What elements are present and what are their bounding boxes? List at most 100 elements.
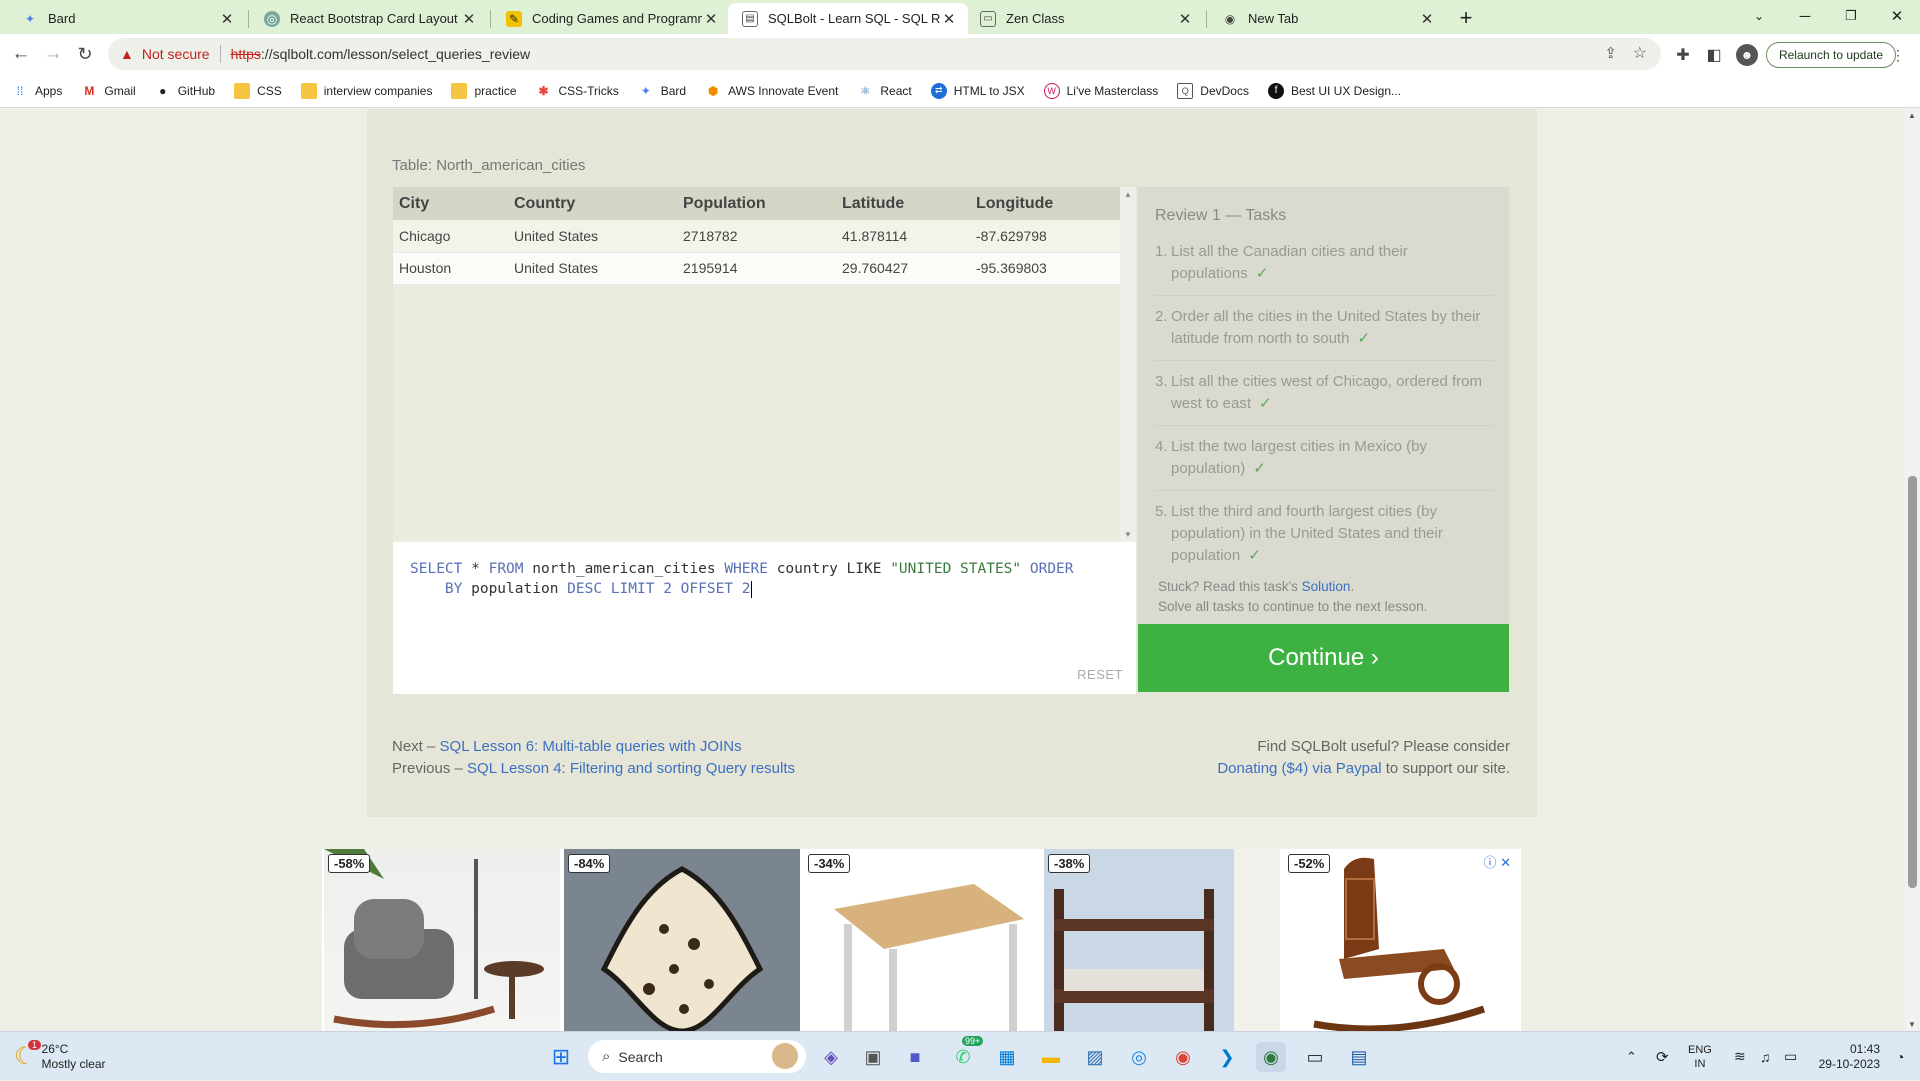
bookmarks-bar: ⁞⁞ Apps M Gmail ● GitHub CSS interview comp…	[0, 74, 1920, 108]
results-table-container: City Country Population Latitude Longitu…	[393, 187, 1120, 542]
relaunch-button[interactable]: Relaunch to update	[1766, 42, 1896, 68]
ad-tile[interactable]: -52%	[1284, 849, 1520, 1031]
vscode-icon[interactable]: ❯	[1212, 1042, 1242, 1072]
file-explorer-icon[interactable]: ▬	[1036, 1042, 1066, 1072]
close-icon[interactable]: ✕	[1176, 10, 1194, 28]
whatsapp-icon[interactable]: ✆ 99+	[948, 1036, 984, 1072]
windows-start-icon[interactable]: ⊞	[546, 1042, 576, 1072]
photos-icon[interactable]: ▨	[1080, 1042, 1110, 1072]
scroll-down-icon[interactable]: ▼	[1124, 530, 1132, 539]
bookmark-gmail[interactable]: M Gmail	[81, 83, 135, 99]
tab-zen-class[interactable]: ▭ Zen Class ✕	[966, 3, 1204, 34]
terminal-icon[interactable]: ▭	[1300, 1042, 1330, 1072]
ad-banner[interactable]: -58% -84% -34% -38% -52% ⓘ ✕	[322, 849, 1521, 1031]
table-scrollbar[interactable]: ▲ ▼	[1120, 187, 1136, 542]
bookmark-aws-innovate[interactable]: ⬢ AWS Innovate Event	[705, 83, 839, 99]
back-arrow-icon[interactable]: ←	[7, 40, 35, 68]
task-text: List the third and fourth largest cities…	[1171, 503, 1443, 564]
table-row: Chicago United States 2718782 41.878114 …	[393, 220, 1120, 253]
bookmark-css[interactable]: CSS	[234, 82, 282, 99]
scroll-up-icon[interactable]: ▲	[1124, 190, 1132, 199]
new-tab-button[interactable]: +	[1452, 4, 1480, 32]
browser-compass-icon[interactable]: ◎	[1124, 1042, 1154, 1072]
forward-arrow-icon[interactable]: →	[39, 40, 67, 68]
reload-icon[interactable]: ↻	[71, 40, 99, 68]
stuck-text: .	[1350, 579, 1355, 594]
ad-tile[interactable]: -34%	[804, 849, 1040, 1031]
ad-info-close-icons[interactable]: ⓘ ✕	[1483, 852, 1511, 871]
sql-query-editor[interactable]: SELECT * FROM north_american_cities WHER…	[393, 542, 1136, 694]
chrome-icon[interactable]: ◉	[1168, 1042, 1198, 1072]
sql-query-text[interactable]: SELECT * FROM north_american_cities WHER…	[410, 559, 1120, 599]
close-icon[interactable]: ✕	[218, 10, 236, 28]
donate-link[interactable]: Donating ($4) via Paypal	[1217, 760, 1381, 777]
menu-kebab-icon[interactable]: ⋮	[1887, 44, 1909, 66]
clock[interactable]: 01:43 29-10-2023	[1814, 1032, 1880, 1081]
bookmark-label: React	[880, 83, 912, 98]
close-icon[interactable]: ✕	[460, 10, 478, 28]
tab-search-icon[interactable]: ⌄	[1736, 0, 1782, 32]
ad-tile[interactable]: -58%	[324, 849, 560, 1031]
teams-icon[interactable]: ■	[900, 1042, 930, 1072]
weather-widget[interactable]: ☾ 1 26°C Mostly clear	[14, 1032, 106, 1081]
next-lesson-link[interactable]: SQL Lesson 6: Multi-table queries with J…	[440, 738, 742, 755]
scroll-up-icon[interactable]: ▲	[1908, 111, 1916, 120]
close-icon[interactable]: ✕	[1500, 855, 1511, 870]
volume-icon[interactable]: ♫	[1760, 1032, 1771, 1081]
page-scrollbar[interactable]: ▲ ▼	[1905, 109, 1920, 1031]
share-icon[interactable]: ⇪	[1604, 44, 1617, 62]
bookmark-interview-companies[interactable]: interview companies	[300, 82, 432, 99]
bookmark-html-to-jsx[interactable]: ⇄ HTML to JSX	[930, 82, 1025, 99]
continue-button[interactable]: Continue ›	[1138, 624, 1509, 692]
restore-button[interactable]: ❐	[1828, 0, 1874, 32]
bookmark-github[interactable]: ● GitHub	[155, 83, 215, 99]
tab-react-bootstrap[interactable]: ◎ React Bootstrap Card Layout ✕	[250, 3, 488, 34]
bookmark-react[interactable]: ⚛ React	[857, 83, 912, 99]
bookmark-star-icon[interactable]: ☆	[1633, 43, 1647, 63]
ad-tile[interactable]: -38%	[1044, 849, 1280, 1031]
reset-button[interactable]: RESET	[1077, 667, 1123, 682]
app-window-icon[interactable]: ▤	[1344, 1042, 1374, 1072]
info-icon[interactable]: ⓘ	[1483, 855, 1496, 870]
search-label: Search	[618, 1048, 663, 1065]
sql-number: 2	[741, 581, 751, 597]
bookmark-best-ui-ux[interactable]: f Best UI UX Design...	[1267, 82, 1401, 99]
tab-sqlbolt[interactable]: ▤ SQLBolt - Learn SQL - SQL Revie ✕	[728, 3, 968, 34]
bookmark-css-tricks[interactable]: ✱ CSS-Tricks	[536, 83, 618, 99]
task-item: 3. List all the cities west of Chicago, o…	[1155, 371, 1495, 426]
close-icon[interactable]: ✕	[1418, 10, 1436, 28]
task-view-icon[interactable]: ▣	[858, 1042, 888, 1072]
copilot-icon[interactable]: ◈	[816, 1042, 846, 1072]
sync-icon[interactable]: ⟳	[1656, 1032, 1669, 1081]
tab-codingame[interactable]: ✎ Coding Games and Programmin ✕	[492, 3, 730, 34]
bookmark-devdocs[interactable]: Q DevDocs	[1177, 82, 1249, 99]
tray-overflow-icon[interactable]: ⌃	[1626, 1032, 1637, 1081]
extensions-puzzle-icon[interactable]: ✚	[1672, 44, 1694, 66]
bookmark-apps[interactable]: ⁞⁞ Apps	[12, 83, 63, 99]
bookmark-bard[interactable]: ✦ Bard	[638, 83, 686, 99]
wifi-icon[interactable]: ≋	[1734, 1032, 1746, 1081]
address-bar[interactable]: ▲ Not secure https://sqlbolt.com/lesson/…	[108, 38, 1661, 70]
close-icon[interactable]: ✕	[940, 10, 958, 28]
next-prefix: Next –	[392, 738, 440, 755]
profile-avatar[interactable]: ☻	[1736, 44, 1758, 66]
language-indicator[interactable]: ENG IN	[1688, 1032, 1712, 1081]
taskbar-search[interactable]: ⌕ Search	[588, 1040, 806, 1073]
battery-icon[interactable]: ▭	[1784, 1032, 1797, 1081]
scrollbar-thumb[interactable]	[1908, 476, 1917, 888]
close-window-button[interactable]: ✕	[1874, 0, 1920, 32]
scroll-down-icon[interactable]: ▼	[1908, 1020, 1916, 1029]
notifications-icon[interactable]: ◔	[1896, 1032, 1904, 1081]
previous-lesson-link[interactable]: SQL Lesson 4: Filtering and sorting Quer…	[467, 760, 795, 777]
minimize-button[interactable]: ─	[1782, 0, 1828, 32]
solution-link[interactable]: Solution	[1302, 579, 1351, 594]
ad-tile[interactable]: -84%	[564, 849, 800, 1031]
bookmark-live-masterclass[interactable]: W Li've Masterclass	[1043, 82, 1158, 99]
store-icon[interactable]: ▦	[992, 1042, 1022, 1072]
chrome-active-icon[interactable]: ◉	[1256, 1042, 1286, 1072]
side-panel-icon[interactable]: ◧	[1703, 44, 1725, 66]
tab-new-tab[interactable]: ◉ New Tab ✕	[1208, 3, 1446, 34]
bookmark-practice[interactable]: practice	[451, 82, 517, 99]
tab-bard[interactable]: ✦ Bard ✕	[8, 3, 246, 34]
close-icon[interactable]: ✕	[702, 10, 720, 28]
